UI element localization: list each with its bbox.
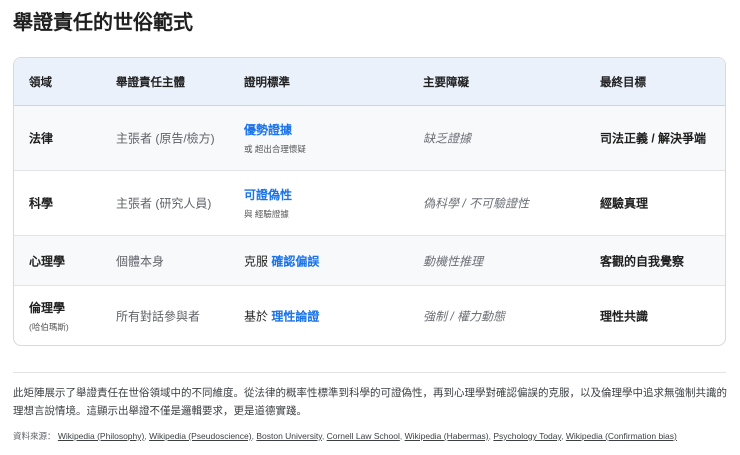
cell-obstacle: 偽科學 / 不可驗證性 [423, 196, 530, 211]
cell-standard: 基於 理性論證 [244, 307, 319, 324]
header-who: 舉證責任主體 [116, 76, 185, 89]
header-standard: 證明標準 [244, 76, 290, 89]
cell-obstacle: 強制 / 權力動態 [423, 309, 506, 323]
standard-prefix: 克服 [244, 254, 272, 268]
header-field: 領域 [29, 76, 52, 89]
cell-who: 主張者 (研究人員) [116, 196, 212, 211]
cell-field: 心理學 [29, 252, 65, 269]
source-link[interactable]: Boston University [256, 431, 322, 441]
table-row: 心理學 個體本身 克服 確認偏誤 動機性推理 客觀的自我覺察 [14, 236, 725, 286]
field-label: 法律 [29, 131, 54, 146]
cell-goal: 司法正義 / 解決爭端 [600, 131, 707, 146]
standard-highlight: 優勢證據 [244, 123, 293, 137]
cell-who: 個體本身 [116, 254, 165, 268]
cell-obstacle: 缺乏證據 [423, 131, 472, 146]
field-label: 倫理學 [29, 300, 66, 315]
cell-standard: 優勢證據或 超出合理懷疑 [244, 121, 306, 155]
cell-obstacle: 動機性推理 [423, 254, 484, 268]
standard-highlight: 可證偽性 [244, 188, 293, 202]
cell-goal: 經驗真理 [600, 196, 649, 211]
source-link[interactable]: Psychology Today [493, 431, 561, 441]
standard-sub: 或 超出合理懷疑 [244, 144, 306, 154]
header-goal: 最終目標 [600, 76, 646, 89]
cell-standard: 克服 確認偏誤 [244, 252, 319, 269]
page-title: 舉證責任的世俗範式 [13, 12, 193, 34]
cell-goal: 客觀的自我覺察 [600, 254, 685, 268]
cell-goal: 理性共識 [600, 309, 649, 323]
field-sub: (哈伯瑪斯) [29, 321, 69, 332]
source-link[interactable]: Wikipedia (Pseudoscience) [149, 431, 252, 441]
standard-sub: 與 經驗證據 [244, 209, 289, 219]
field-label: 心理學 [29, 254, 66, 268]
standard-highlight: 理性論證 [271, 309, 320, 323]
source-link[interactable]: Wikipedia (Philosophy) [58, 431, 144, 441]
divider [13, 372, 726, 373]
cell-who: 主張者 (原告/檢方) [116, 131, 215, 146]
table-row: 科學 主張者 (研究人員) 可證偽性與 經驗證據 偽科學 / 不可驗證性 經驗真… [14, 171, 725, 236]
cell-field: 倫理學 (哈伯瑪斯) [29, 299, 69, 333]
table-row: 法律 主張者 (原告/檢方) 優勢證據或 超出合理懷疑 缺乏證據 司法正義 / … [14, 106, 725, 171]
sources: 資料來源： Wikipedia (Philosophy), Wikipedia … [13, 431, 677, 441]
table-row: 倫理學 (哈伯瑪斯) 所有對話參與者 基於 理性論證 強制 / 權力動態 理性共識 [14, 286, 725, 345]
summary-paragraph: 此矩陣展示了舉證責任在世俗領域中的不同維度。從法律的概率性標準到科學的可證偽性，… [13, 387, 727, 417]
source-link[interactable]: Wikipedia (Confirmation bias) [566, 431, 677, 441]
cell-standard: 可證偽性與 經驗證據 [244, 186, 292, 220]
cell-field: 科學 [29, 195, 53, 212]
cell-field: 法律 [29, 130, 53, 147]
cell-who: 所有對話參與者 [116, 309, 201, 323]
sources-label: 資料來源： [13, 431, 56, 441]
standard-highlight: 確認偏誤 [271, 254, 320, 268]
field-label: 科學 [29, 196, 54, 211]
source-link[interactable]: Cornell Law School [327, 431, 400, 441]
header-obstacle: 主要障礙 [423, 76, 469, 89]
table-header: 領域 舉證責任主體 證明標準 主要障礙 最終目標 [14, 58, 725, 106]
burden-of-proof-table: 領域 舉證責任主體 證明標準 主要障礙 最終目標 法律 主張者 (原告/檢方) … [13, 57, 726, 346]
standard-prefix: 基於 [244, 309, 272, 323]
source-link[interactable]: Wikipedia (Habermas) [405, 431, 489, 441]
